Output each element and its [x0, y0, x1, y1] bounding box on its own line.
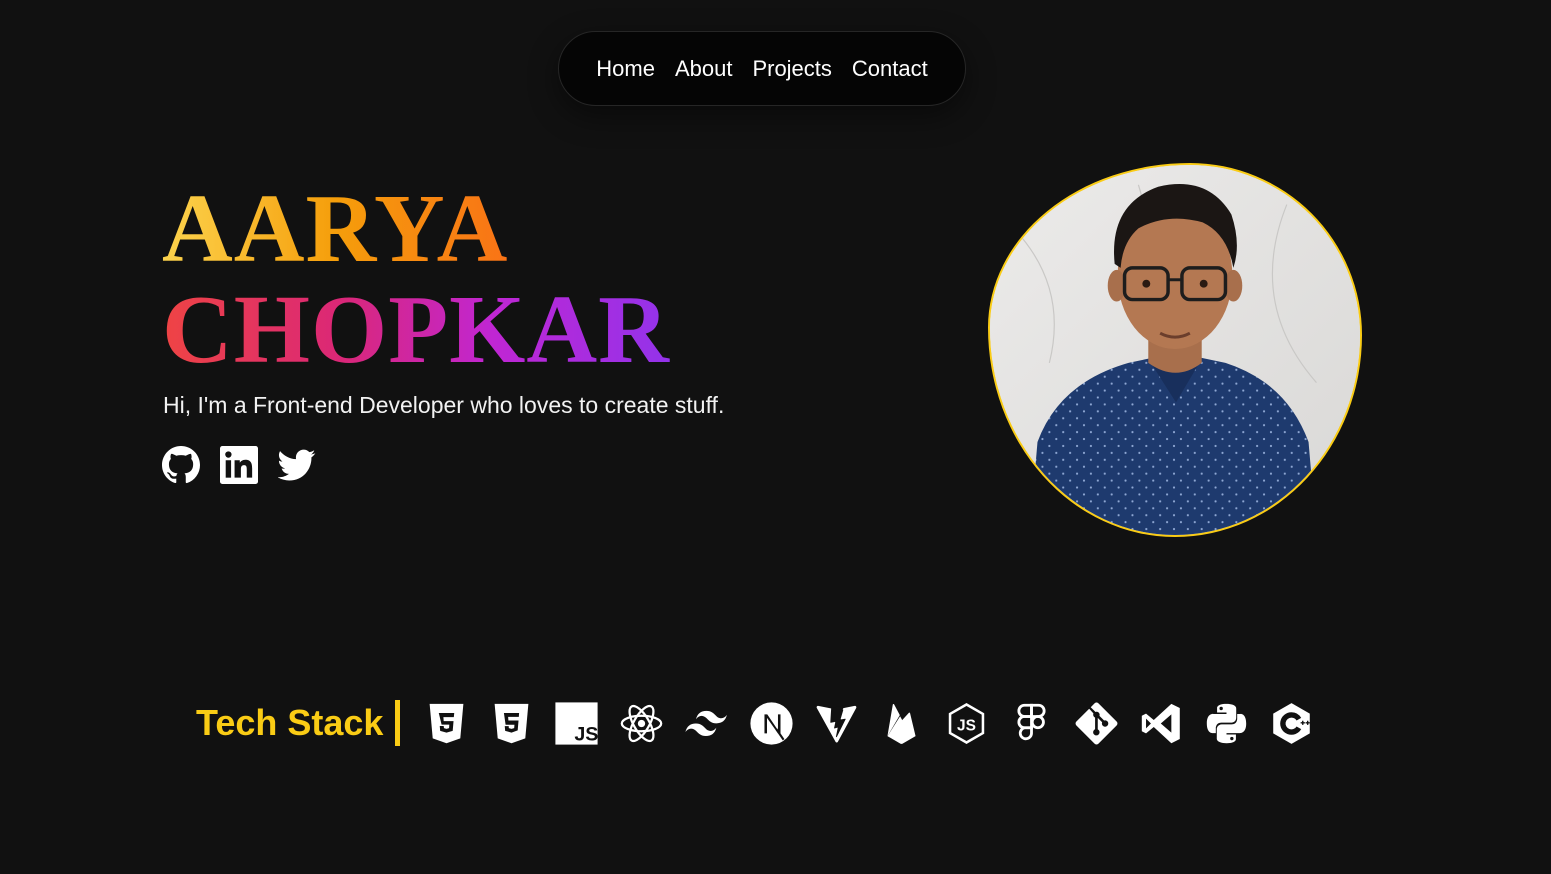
- css3-icon: [495, 703, 529, 743]
- cplusplus-icon: [1273, 702, 1311, 744]
- linkedin-icon[interactable]: [220, 446, 258, 484]
- firebase-icon: [887, 703, 916, 744]
- nextjs-icon: [750, 701, 794, 745]
- social-links: [162, 446, 316, 484]
- profile-portrait-image: [990, 165, 1360, 535]
- figma-icon: [1017, 703, 1046, 740]
- tailwind-icon: [685, 710, 728, 736]
- vite-icon: [817, 704, 857, 743]
- tech-stack-section: Tech Stack JS JS: [196, 696, 1314, 750]
- nav-projects-link[interactable]: Projects: [752, 56, 831, 82]
- nodejs-icon: JS: [949, 702, 985, 744]
- react-icon: [621, 704, 663, 742]
- tech-stack-divider: [395, 700, 401, 746]
- vscode-icon: [1142, 703, 1181, 743]
- hero-last-name: CHOPKAR: [162, 276, 670, 384]
- svg-text:JS: JS: [575, 723, 599, 745]
- git-icon: [1075, 702, 1118, 744]
- html5-icon: [430, 703, 464, 743]
- svg-text:JS: JS: [957, 717, 976, 734]
- javascript-icon: JS: [555, 701, 599, 745]
- nav-about-link[interactable]: About: [675, 56, 733, 82]
- page: Home About Projects Contact AARYA CHOPKA…: [0, 0, 1551, 874]
- nav-contact-link[interactable]: Contact: [852, 56, 928, 82]
- hero-tagline: Hi, I'm a Front-end Developer who loves …: [163, 392, 725, 418]
- tech-stack-title: Tech Stack: [196, 702, 384, 743]
- hero-first-name: AARYA: [162, 175, 509, 283]
- tech-stack-icons: JS JS: [424, 701, 1314, 746]
- top-nav: Home About Projects Contact: [558, 31, 966, 106]
- twitter-icon[interactable]: [278, 446, 316, 484]
- profile-photo: [988, 163, 1362, 537]
- python-icon: [1207, 703, 1247, 743]
- github-icon[interactable]: [162, 446, 200, 484]
- nav-home-link[interactable]: Home: [596, 56, 655, 82]
